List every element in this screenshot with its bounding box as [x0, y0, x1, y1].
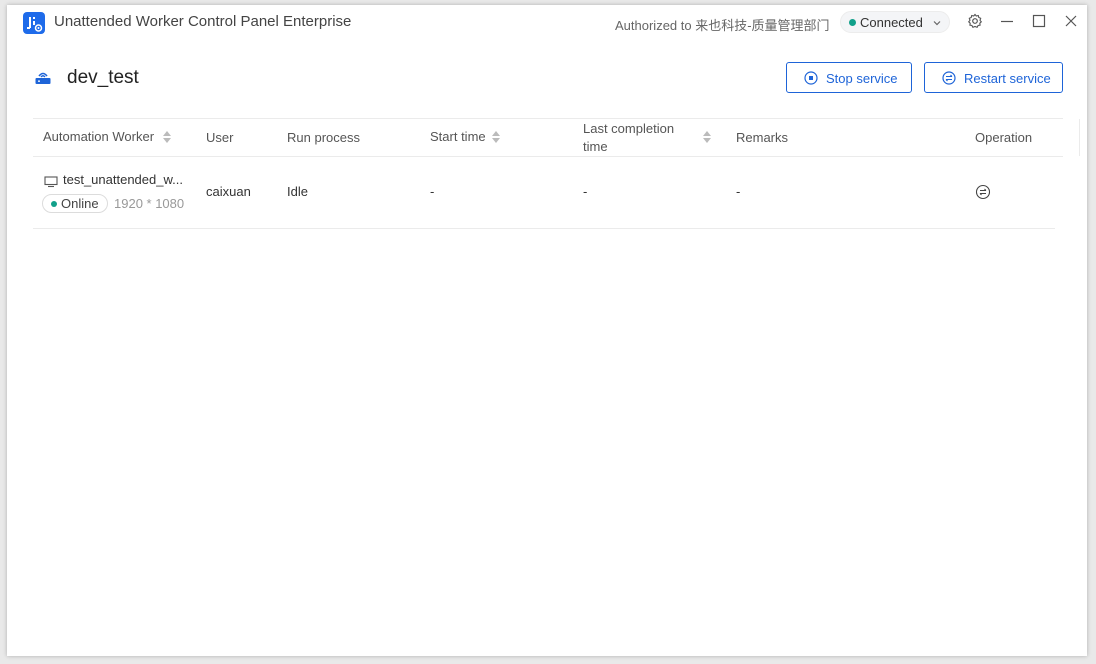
sort-icon[interactable] [492, 131, 500, 143]
status-dot [51, 201, 57, 207]
column-header-remarks: Remarks [736, 130, 789, 145]
last-completion-cell: - [583, 184, 588, 199]
resolution-text: 1920 * 1080 [114, 196, 185, 211]
app-logo-icon [23, 12, 45, 34]
column-header-last-completion-line2: time [583, 139, 608, 154]
stop-service-button[interactable]: Stop service [786, 62, 912, 93]
column-header-start-time[interactable]: Start time [430, 129, 486, 144]
chevron-down-icon [932, 16, 942, 34]
monitor-icon [44, 175, 58, 193]
title-bar: Unattended Worker Control Panel Enterpri… [7, 5, 1087, 39]
minimize-icon[interactable] [999, 13, 1015, 29]
table-header: Automation Worker User Run process Start… [33, 118, 1080, 157]
restart-service-button[interactable]: Restart service [924, 62, 1063, 93]
start-time-cell: - [430, 184, 435, 199]
stop-service-label: Stop service [826, 71, 898, 86]
sort-icon[interactable] [163, 131, 171, 143]
connection-status-dropdown[interactable]: Connected [840, 11, 950, 33]
close-icon[interactable] [1063, 13, 1079, 29]
router-icon [34, 69, 52, 87]
gear-icon[interactable] [967, 13, 983, 29]
column-divider [1079, 119, 1080, 156]
page-title: dev_test [67, 67, 139, 88]
connection-dot [849, 19, 856, 26]
app-window: Unattended Worker Control Panel Enterpri… [7, 5, 1087, 656]
sort-icon[interactable] [703, 131, 711, 143]
process-cell: Idle [287, 184, 308, 199]
remarks-cell: - [736, 184, 741, 199]
stop-circle-icon [804, 71, 818, 85]
table-row: test_unattended_w... Online 1920 * 1080 … [33, 156, 1055, 229]
authorized-text: Authorized to 来也科技-质量管理部门 [615, 18, 830, 33]
column-header-process: Run process [287, 130, 360, 145]
user-cell: caixuan [206, 184, 251, 199]
worker-name[interactable]: test_unattended_w... [63, 172, 183, 187]
connection-label: Connected [860, 15, 923, 30]
app-title: Unattended Worker Control Panel Enterpri… [54, 13, 352, 30]
restart-service-label: Restart service [964, 71, 1051, 86]
operation-menu-icon[interactable] [975, 184, 991, 205]
column-header-last-completion[interactable]: Last completion [583, 121, 674, 136]
maximize-icon[interactable] [1031, 13, 1047, 29]
column-header-user: User [206, 130, 234, 145]
restart-icon [942, 71, 956, 85]
column-header-worker[interactable]: Automation Worker [43, 129, 154, 144]
status-label: Online [61, 196, 99, 211]
column-header-operation: Operation [975, 130, 1033, 145]
status-badge: Online [42, 194, 108, 213]
